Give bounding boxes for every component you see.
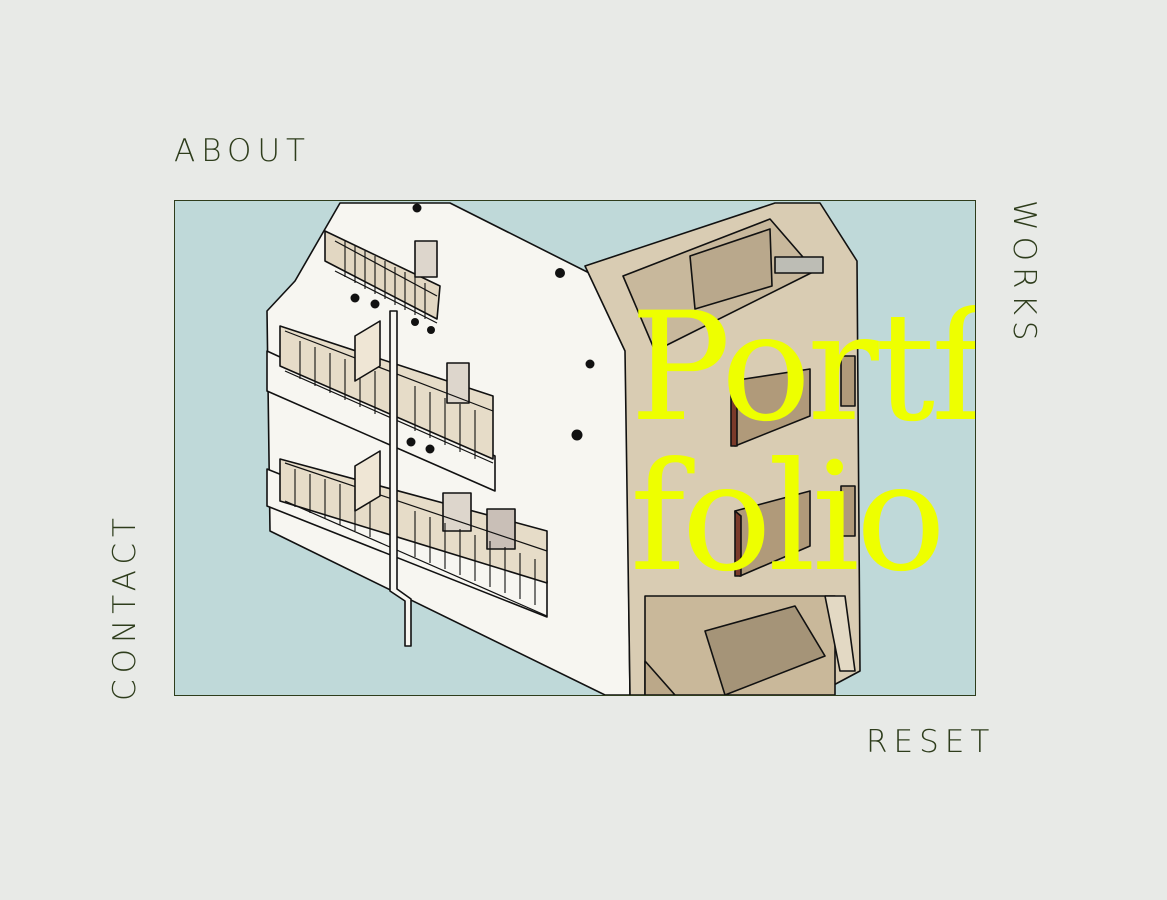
nav-works-link[interactable]: WORKS bbox=[1006, 200, 1042, 347]
portfolio-title: Portfolio folio bbox=[630, 281, 975, 605]
portfolio-title-line2: folio bbox=[630, 431, 946, 605]
nav-reset-link[interactable]: RESET bbox=[866, 727, 995, 758]
nav-contact-link[interactable]: CONTACT bbox=[107, 512, 143, 701]
portfolio-title-line1: Portfolio bbox=[630, 281, 975, 455]
nav-about-link[interactable]: ABOUT bbox=[174, 136, 311, 167]
hero-frame: Portfolio folio bbox=[174, 200, 976, 696]
